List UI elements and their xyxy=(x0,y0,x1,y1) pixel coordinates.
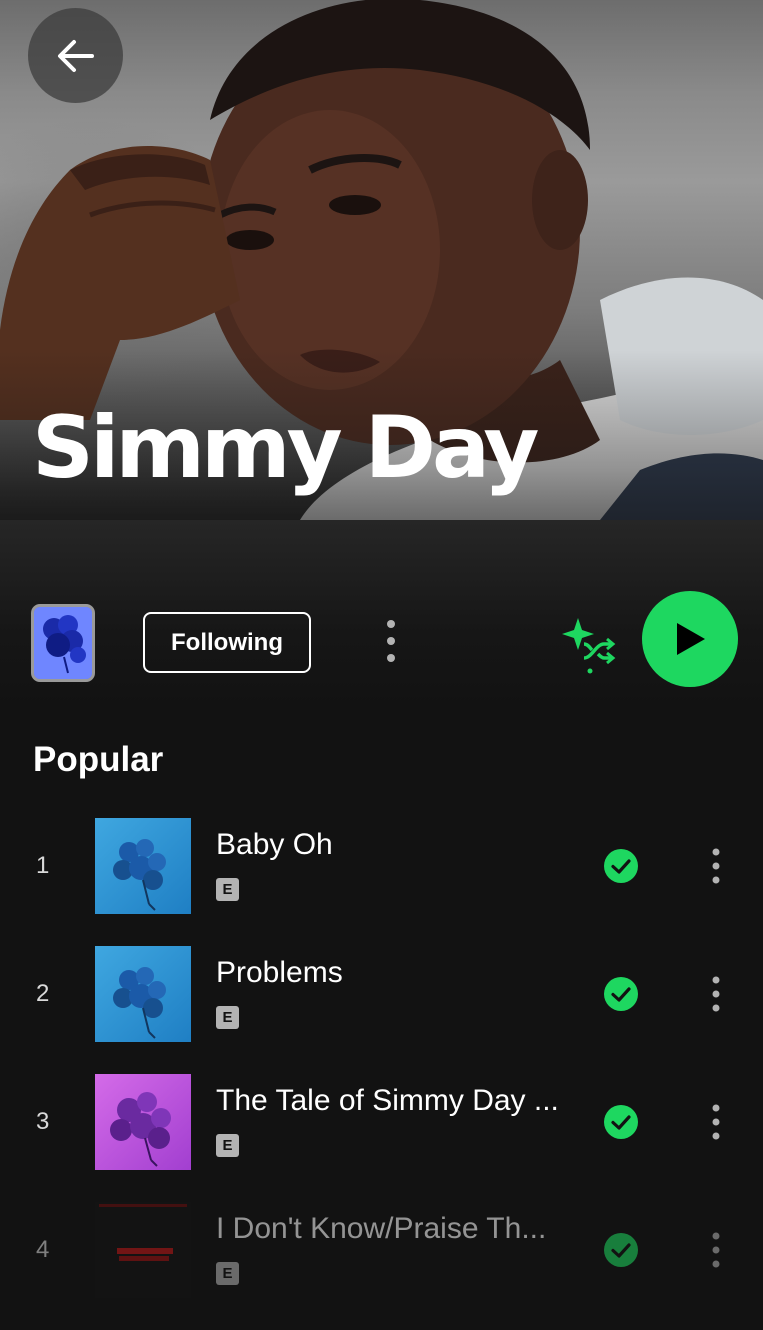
more-vertical-icon xyxy=(712,1104,720,1140)
track-more-button[interactable] xyxy=(700,974,732,1014)
track-row[interactable]: 4 I Don't Know/Praise Th... E xyxy=(0,1202,763,1330)
artist-name: Simmy Day xyxy=(32,398,539,498)
back-button[interactable] xyxy=(28,8,123,103)
explicit-badge: E xyxy=(216,1006,239,1029)
track-title: Problems xyxy=(216,956,343,989)
explicit-badge: E xyxy=(216,1262,239,1285)
explicit-badge: E xyxy=(216,878,239,901)
track-artwork xyxy=(95,946,191,1042)
track-row[interactable]: 1 Baby Oh E xyxy=(0,818,763,946)
check-circle-icon[interactable] xyxy=(604,1233,638,1267)
track-title: Baby Oh xyxy=(216,828,333,861)
arrow-left-icon xyxy=(57,39,94,72)
track-number: 2 xyxy=(36,980,50,1007)
following-button[interactable]: Following xyxy=(143,612,311,673)
more-vertical-icon xyxy=(712,1232,720,1268)
artist-controls: Following xyxy=(0,520,763,710)
check-circle-icon[interactable] xyxy=(604,1105,638,1139)
more-vertical-icon xyxy=(712,848,720,884)
track-row[interactable]: 3 The Tale of Simmy Day ... E xyxy=(0,1074,763,1202)
track-row[interactable]: 2 Problems E xyxy=(0,946,763,1074)
check-circle-icon[interactable] xyxy=(604,977,638,1011)
track-more-button[interactable] xyxy=(700,1102,732,1142)
track-title: The Tale of Simmy Day ... xyxy=(216,1084,559,1117)
popular-heading: Popular xyxy=(33,740,164,779)
popular-track-list: 1 Baby Oh E 2 Problems E 3 The Tale of S… xyxy=(0,818,763,1330)
track-artwork xyxy=(95,1074,191,1170)
track-more-button[interactable] xyxy=(700,846,732,886)
track-artwork xyxy=(95,1202,191,1298)
track-title: I Don't Know/Praise Th... xyxy=(216,1212,547,1245)
album-cover-balloons-purple xyxy=(95,1074,191,1170)
album-cover-balloons-blue xyxy=(95,818,191,914)
smart-shuffle-icon xyxy=(562,618,616,674)
track-more-button[interactable] xyxy=(700,1230,732,1270)
play-icon xyxy=(677,623,705,655)
artist-header: Simmy Day xyxy=(0,0,763,520)
track-artwork xyxy=(95,818,191,914)
check-circle-icon[interactable] xyxy=(604,849,638,883)
album-cover-dark-red xyxy=(95,1202,191,1298)
track-number: 4 xyxy=(36,1236,50,1263)
track-number: 1 xyxy=(36,852,50,879)
more-options-button[interactable] xyxy=(370,616,412,666)
artist-pick-thumbnail[interactable] xyxy=(31,604,95,682)
smart-shuffle-button[interactable] xyxy=(558,612,622,676)
more-vertical-icon xyxy=(387,620,395,662)
explicit-badge: E xyxy=(216,1134,239,1157)
more-vertical-icon xyxy=(712,976,720,1012)
album-cover-balloons-blue xyxy=(95,946,191,1042)
play-button[interactable] xyxy=(642,591,738,687)
track-number: 3 xyxy=(36,1108,50,1135)
balloons-artwork xyxy=(34,607,92,679)
